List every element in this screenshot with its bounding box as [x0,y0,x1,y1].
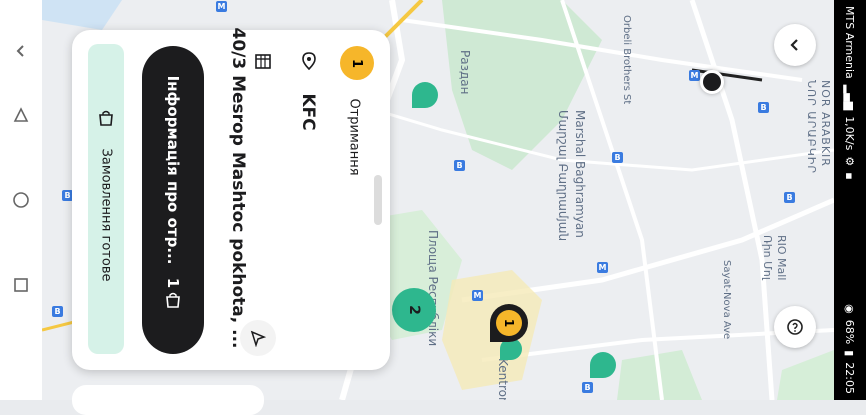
step-badge: 1 [340,46,374,80]
secondary-sheet [72,385,264,415]
chevron-left-icon [790,39,798,51]
map-label: Kentron [496,358,510,400]
navigate-button[interactable] [240,320,276,356]
cluster-marker[interactable]: 2 [392,288,436,332]
bus-stop-icon: B [758,102,769,113]
order-ready-label: Замовлення готове [98,148,114,282]
triangle-icon [13,107,29,122]
bag-icon [166,292,180,308]
cluster-count: 2 [406,305,422,315]
map-label: Մարշալ Բաղրամյան [556,110,570,242]
location-icon: ◉ [843,304,857,314]
bus-stop-icon: B [612,152,623,163]
step-label: Отримання [346,98,362,176]
status-bar: MTS Armenia ▂▄▆ 1,0K/s ⚙ ▪ ◉ 68% ▮ 22:05 [834,0,866,400]
signal-icon: ▂▄▆ [843,84,857,111]
marker-number: 1 [501,318,516,328]
scroll-indicator[interactable] [374,175,382,225]
map-label: Площа Республіки [426,230,440,347]
overview-nav-button[interactable] [6,270,36,300]
restaurant-pin-icon[interactable] [590,352,616,378]
metro-icon: M [472,290,483,301]
battery-percent: 68% [843,319,857,345]
clock: 22:05 [843,362,857,394]
location-pin-icon [302,52,316,71]
restaurant-pin-icon[interactable] [412,82,438,108]
back-icon [16,45,24,57]
back-button[interactable] [774,24,816,66]
map-label: ՆՈՐ ԱՐԱԲԿԻՐ [805,80,818,175]
bus-stop-icon: B [52,306,63,317]
metro-icon: M [689,70,700,81]
square-icon [14,278,28,292]
home-nav-button[interactable] [6,185,36,215]
back-nav-button[interactable] [6,36,36,66]
carrier-name: MTS Armenia [843,6,857,79]
bus-stop-icon: B [784,192,795,203]
map-label: Marshal Baghramyan [573,110,587,238]
navigation-bar [0,0,42,400]
settings-icon: ⚙ [843,156,857,167]
map-label: NOR ARABKIR [819,80,832,167]
map-label: Раздан [458,50,472,95]
navigation-arrow-icon [250,330,267,347]
step-number: 1 [349,58,365,68]
map-label: RIO Mall [775,235,788,281]
store-icon [255,54,271,69]
item-count: 1 [164,277,182,289]
metro-icon: M [216,1,227,12]
support-chat-icon [787,319,803,335]
circle-icon [13,192,29,208]
bus-stop-icon: B [582,382,593,393]
restaurant-name: KFC [298,93,318,131]
bag-icon [99,110,113,126]
recents-nav-button[interactable] [6,100,36,130]
network-speed: 1,0K/s [843,116,857,151]
pickup-info-label: Інформація про отр... [164,75,182,265]
current-location-dot [700,70,724,94]
notification-icon: ▪ [843,172,857,180]
battery-icon: ▮ [843,350,857,357]
support-button[interactable] [774,306,816,348]
map-label: Orbeli Brothers St [621,15,632,105]
metro-icon: B [454,160,465,171]
order-location-marker[interactable]: 1 [490,304,528,342]
metro-icon: M [597,262,608,273]
map-label: Sayat-Nova Ave [721,260,732,340]
map-label: Ռիո Մոլ [761,235,774,280]
address-line: 40/3 Mesrop Mashtoc pokhota, ... [228,27,248,349]
